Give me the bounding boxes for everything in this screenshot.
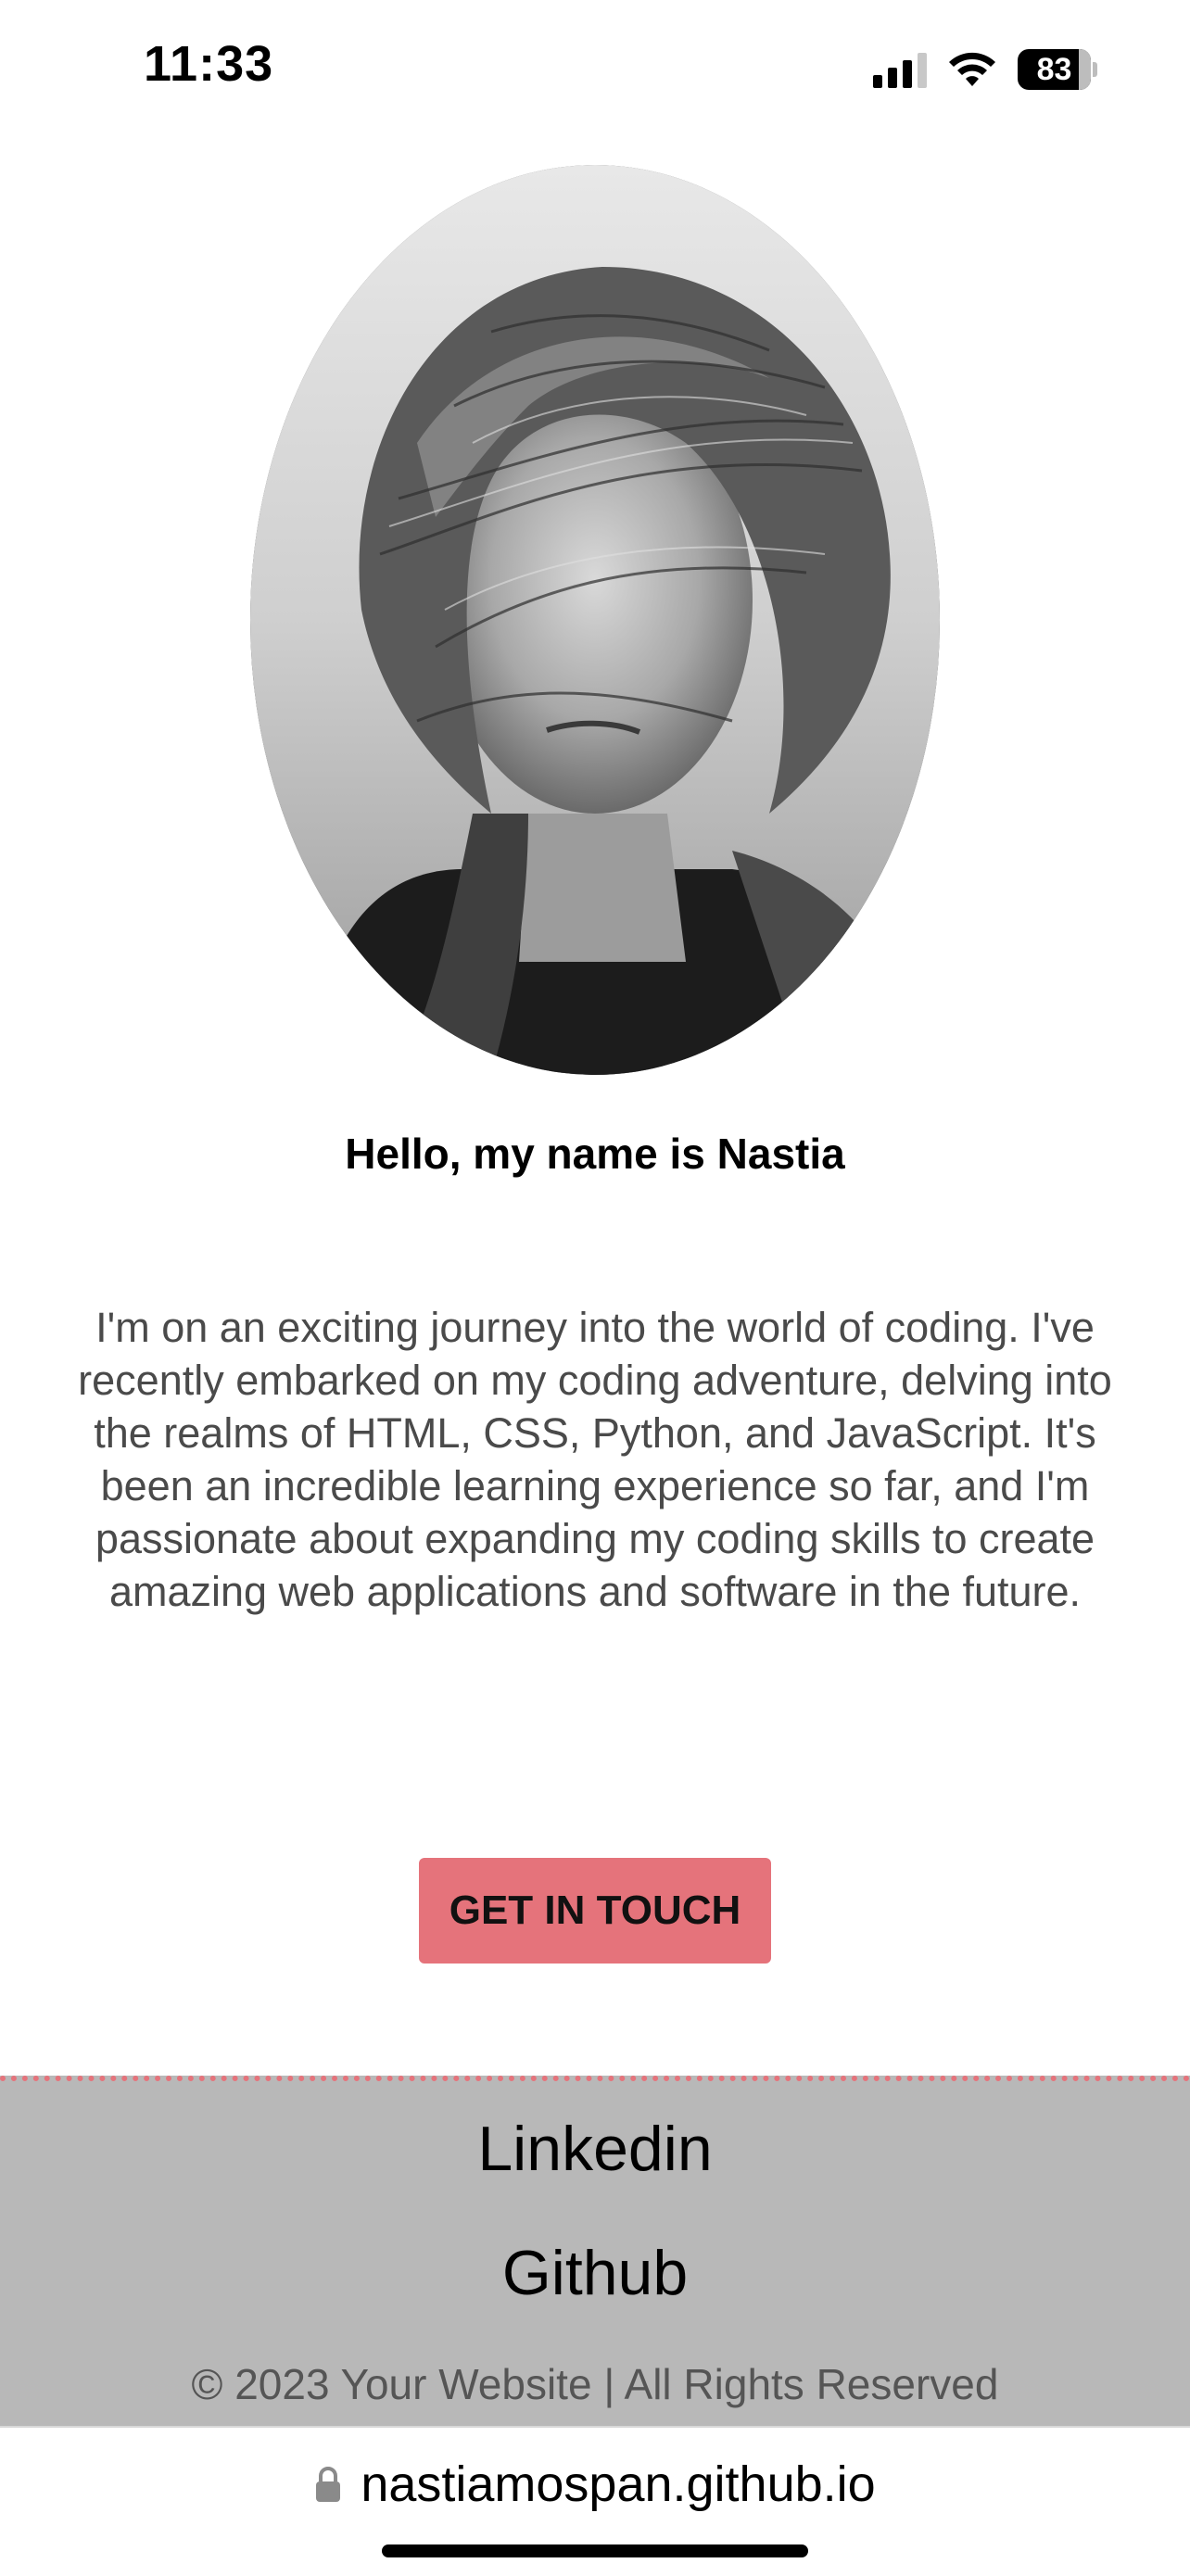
battery-icon: 83 (1018, 49, 1097, 90)
status-time: 11:33 (144, 36, 274, 92)
browser-address-bar[interactable]: nastiamospan.github.io (0, 2426, 1190, 2576)
status-icons: 83 (873, 46, 1097, 93)
url-text[interactable]: nastiamospan.github.io (361, 2456, 875, 2513)
portrait-photo (250, 165, 940, 1075)
greeting-heading: Hello, my name is Nastia (345, 1130, 845, 1178)
footer: Linkedin Github © 2023 Your Website | Al… (0, 2076, 1190, 2426)
get-in-touch-button[interactable]: GET IN TOUCH (419, 1858, 771, 1964)
copyright-text: © 2023 Your Website | All Rights Reserve… (191, 2360, 999, 2408)
wifi-icon (949, 52, 995, 86)
linkedin-link[interactable]: Linkedin (0, 2113, 1190, 2185)
battery-level: 83 (1036, 51, 1072, 87)
github-link[interactable]: Github (0, 2237, 1190, 2309)
intro-paragraph: I'm on an exciting journey into the worl… (78, 1304, 1112, 1615)
signal-icon (873, 51, 927, 88)
address-content[interactable]: nastiamospan.github.io (0, 2456, 1190, 2513)
home-indicator[interactable] (382, 2544, 808, 2557)
status-bar: 11:33 83 (0, 0, 1190, 139)
lock-icon (316, 2467, 341, 2502)
